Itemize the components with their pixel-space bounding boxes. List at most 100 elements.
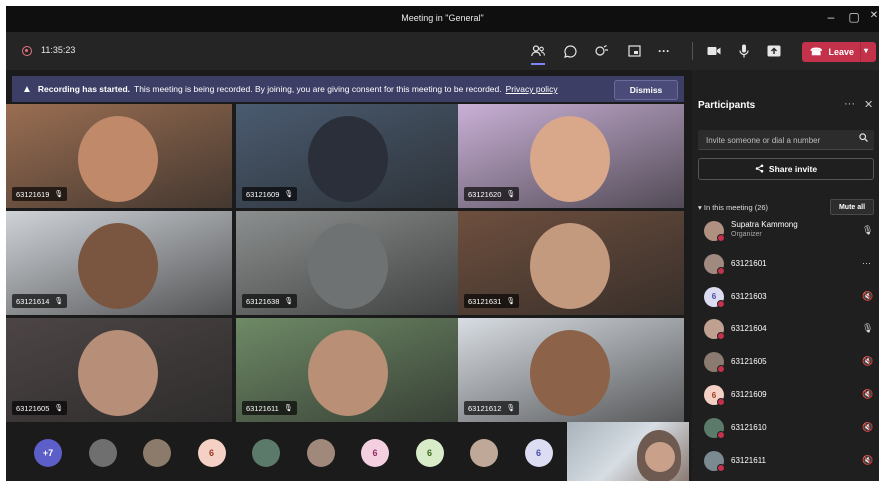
participant-avatar[interactable]: +7	[34, 439, 62, 467]
participant-row[interactable]: 63121610 🔇	[692, 413, 879, 443]
participant-row[interactable]: 6 63121603 🔇	[692, 282, 879, 312]
muted-mic-icon[interactable]: 🔇	[862, 389, 873, 400]
self-video-preview[interactable]	[567, 422, 689, 481]
muted-mic-icon: 🎙	[506, 298, 516, 305]
avatar-initial: 6	[711, 390, 717, 400]
participant-avatar[interactable]: 6	[415, 439, 444, 467]
participant-id: 63121611	[246, 403, 279, 413]
avatar: 6	[704, 286, 725, 308]
participant-id: 63121614	[16, 296, 50, 306]
in-meeting-header[interactable]: ▾ In this meeting (26)	[698, 203, 768, 212]
presence-status-icon	[717, 266, 725, 275]
participant-row[interactable]: 63121605 🔇	[692, 347, 879, 377]
video-tile[interactable]: 63121620 🎙	[458, 104, 684, 208]
participant-avatar[interactable]	[306, 439, 335, 467]
muted-mic-icon[interactable]: 🔇	[862, 291, 873, 302]
participant-avatar[interactable]: 6	[524, 439, 553, 467]
privacy-policy-link[interactable]: Privacy policy	[506, 84, 558, 94]
participant-name: 63121609	[731, 390, 767, 399]
warning-icon: ▲	[22, 83, 32, 95]
avatar-initial: 6	[208, 448, 214, 458]
participant-avatar[interactable]	[252, 439, 280, 467]
dismiss-button[interactable]: Dismiss	[614, 80, 678, 100]
video-tile[interactable]: 63121605 🎙	[6, 318, 232, 422]
participant-video-face	[308, 330, 388, 416]
chat-icon[interactable]	[559, 40, 581, 62]
rooms-icon[interactable]	[623, 40, 645, 62]
muted-mic-icon[interactable]: 🔇	[862, 422, 873, 433]
mic-icon[interactable]: 🎙	[862, 225, 873, 236]
muted-mic-icon: 🎙	[506, 405, 516, 412]
presence-status-icon	[717, 332, 725, 341]
avatar	[704, 319, 725, 341]
camera-icon[interactable]	[703, 40, 725, 62]
share-invite-label: Share invite	[768, 164, 818, 174]
presence-status-icon	[717, 463, 725, 472]
presence-status-icon	[717, 365, 725, 374]
participant-role: Organizer	[731, 231, 762, 238]
video-tile[interactable]: 63121638 🎙	[236, 211, 462, 315]
mic-icon[interactable]: 🎙	[862, 323, 873, 334]
participant-row[interactable]: 6 63121609 🔇	[692, 380, 879, 410]
participant-name: 63121610	[731, 422, 767, 432]
avatar-initial: 6	[535, 448, 541, 458]
people-icon[interactable]	[527, 40, 549, 62]
participant-avatar[interactable]: 6	[361, 439, 389, 467]
reactions-icon[interactable]	[591, 40, 613, 62]
avatar	[704, 221, 725, 242]
video-tile[interactable]: 63121612 🎙	[458, 318, 684, 422]
participant-name: 63121601	[731, 258, 767, 268]
avatar-initial: +7	[42, 448, 54, 458]
video-tile[interactable]: 63121611 🎙	[236, 318, 462, 422]
people-active-indicator	[531, 63, 545, 65]
muted-mic-icon: 🎙	[54, 405, 64, 412]
share-screen-icon[interactable]	[763, 40, 785, 62]
muted-mic-icon[interactable]: 🔇	[862, 455, 873, 466]
participant-name-label: 63121620 🎙	[464, 187, 520, 201]
window-title: Meeting in "General"	[401, 13, 484, 23]
in-meeting-label: In this meeting (26)	[703, 203, 769, 212]
participant-row[interactable]: 63121601 ···	[692, 249, 879, 279]
video-tile[interactable]: 63121609 🎙	[236, 104, 462, 208]
participant-avatar[interactable]	[88, 439, 117, 467]
share-invite-button[interactable]: Share invite	[698, 158, 874, 180]
presence-status-icon	[717, 299, 725, 308]
mute-all-button[interactable]: Mute all	[830, 199, 874, 215]
minimize-button[interactable]: –	[821, 10, 841, 24]
maximize-button[interactable]: ▢	[844, 10, 864, 24]
video-tile[interactable]: 63121631 🎙	[458, 211, 684, 315]
muted-mic-icon: 🎙	[283, 405, 293, 412]
participant-row[interactable]: 63121611 🔇	[692, 446, 879, 476]
invite-input[interactable]	[698, 130, 858, 151]
panel-close-icon[interactable]: ✕	[864, 98, 873, 111]
more-options-icon[interactable]: ···	[862, 258, 871, 268]
muted-mic-icon: 🎙	[54, 298, 64, 305]
invite-field[interactable]	[698, 130, 874, 151]
participant-name: 63121611	[731, 455, 766, 465]
avatar: 6	[704, 385, 725, 406]
participant-avatar[interactable]	[143, 439, 171, 467]
microphone-icon[interactable]	[733, 40, 755, 62]
more-actions-icon[interactable]: ···	[653, 40, 675, 62]
search-icon[interactable]	[859, 133, 868, 144]
video-tile[interactable]: 63121614 🎙	[6, 211, 232, 315]
participant-id: 63121612	[468, 403, 502, 413]
leave-divider	[860, 42, 861, 62]
close-window-button[interactable]: ✕	[864, 10, 879, 21]
leave-button[interactable]: ☎ Leave ▾	[802, 42, 876, 62]
panel-more-icon[interactable]: ···	[844, 98, 855, 110]
participant-avatar[interactable]	[470, 439, 498, 467]
participant-name: Supatra Kammong	[731, 220, 798, 229]
participant-row[interactable]: Supatra Kammong Organizer 🎙	[692, 216, 879, 246]
avatar-initial: 6	[426, 448, 432, 458]
participant-video-face	[78, 330, 158, 416]
participant-name-label: 63121619 🎙	[12, 187, 68, 201]
participant-id: 63121609	[246, 189, 280, 199]
video-tile[interactable]: 63121619 🎙	[6, 104, 232, 208]
chevron-down-icon[interactable]: ▾	[864, 46, 868, 55]
muted-mic-icon[interactable]: 🔇	[862, 356, 873, 367]
participant-name: 63121603	[731, 291, 767, 301]
participant-row[interactable]: 63121604 🎙	[692, 314, 879, 344]
recording-banner: ▲ Recording has started. This meeting is…	[12, 76, 684, 102]
participant-avatar[interactable]: 6	[197, 439, 226, 467]
